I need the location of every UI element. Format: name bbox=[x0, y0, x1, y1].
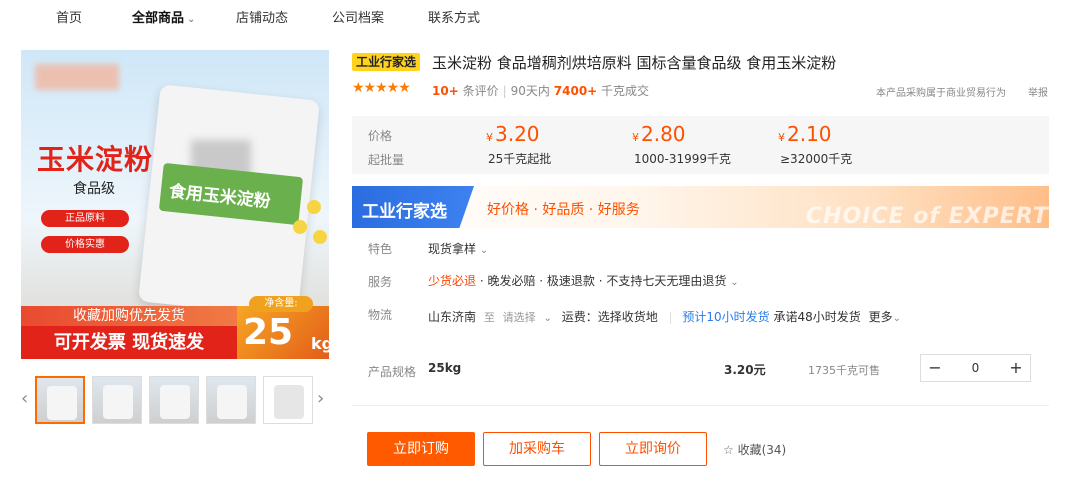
more-link[interactable]: 更多 bbox=[869, 310, 893, 324]
favorite-label: 收藏(34) bbox=[737, 443, 787, 457]
image-title: 玉米淀粉 bbox=[37, 143, 154, 176]
expert-slogan: 好价格 · 好品质 · 好服务 bbox=[487, 202, 640, 218]
service-label: 服务 bbox=[368, 275, 393, 289]
net-weight-value: 25 bbox=[243, 312, 294, 353]
moq-label: 起批量 bbox=[368, 153, 405, 167]
spec-label: 产品规格 bbox=[368, 365, 417, 379]
trade-note: 本产品采购属于商业贸易行为 bbox=[876, 88, 1006, 99]
nav-home[interactable]: 首页 bbox=[56, 7, 82, 26]
spec-value: 25kg bbox=[428, 361, 462, 375]
nav-all-products[interactable]: 全部商品 ⌄ bbox=[132, 7, 195, 26]
nav-contact[interactable]: 联系方式 bbox=[428, 7, 480, 26]
image-subtitle: 食品级 bbox=[73, 181, 115, 197]
main-product-image[interactable]: 玉米淀粉 食品级 正品原料 价格实惠 食用玉米淀粉 收藏加购优先发货 可开发票 … bbox=[21, 50, 329, 359]
deal-suffix: 千克成交 bbox=[601, 84, 650, 98]
tier-range: 25千克起批 bbox=[488, 152, 552, 166]
thumbnail-strip: ‹ › bbox=[21, 376, 329, 424]
deal-prefix: 90天内 bbox=[510, 84, 550, 98]
shop-nav: 首页 全部商品 ⌄ 店铺动态 公司档案 联系方式 bbox=[0, 0, 1080, 30]
image-pill: 价格实惠 bbox=[41, 236, 129, 253]
increment-button[interactable]: + bbox=[1002, 355, 1030, 381]
thumbnail[interactable] bbox=[149, 376, 199, 424]
logistics-value: 山东济南 至 请选择 ⌄ 运费：选择收货地 预计10小时发货 承诺48小时发货 … bbox=[428, 308, 901, 325]
star-icon: ☆ bbox=[723, 443, 734, 457]
nav-all-products-label: 全部商品 bbox=[132, 11, 185, 26]
to-label: 至 bbox=[483, 311, 495, 324]
chevron-down-icon[interactable]: ⌄ bbox=[544, 313, 552, 324]
flower-icon bbox=[313, 230, 327, 244]
net-weight-unit: kg bbox=[311, 334, 329, 353]
tier-price: ¥3.20 bbox=[486, 122, 540, 146]
destination-select[interactable]: 请选择 bbox=[503, 311, 536, 324]
tier-price: ¥2.10 bbox=[778, 122, 832, 146]
expert-badge: 工业行家选 bbox=[352, 53, 421, 71]
tier-price: ¥2.80 bbox=[632, 122, 686, 146]
service-value[interactable]: 少货必退 · 晚发必赔 · 极速退款 · 不支持七天无理由退货 ⌄ bbox=[428, 272, 739, 289]
nav-company-profile[interactable]: 公司档案 bbox=[332, 7, 384, 26]
add-to-cart-button[interactable]: 加采购车 bbox=[483, 432, 591, 466]
image-banner-top: 收藏加购优先发货 bbox=[21, 306, 237, 326]
feature-value[interactable]: 现货拿样 ⌄ bbox=[428, 240, 488, 257]
deal-count: 7400+ bbox=[553, 84, 598, 98]
origin: 山东济南 bbox=[428, 310, 477, 324]
chevron-down-icon[interactable]: ⌄ bbox=[893, 313, 901, 324]
expert-banner-tag-text: 工业行家选 bbox=[362, 202, 447, 222]
chevron-down-icon: ⌄ bbox=[479, 245, 489, 256]
tier-range: 1000-31999千克 bbox=[634, 152, 732, 166]
quantity-stepper: − 0 + bbox=[920, 354, 1031, 382]
thumbnail[interactable] bbox=[263, 376, 313, 424]
tier-range: ≥32000千克 bbox=[780, 152, 853, 166]
shipping-promise: 承诺48小时发货 bbox=[773, 310, 861, 324]
chevron-left-icon[interactable]: ‹ bbox=[21, 388, 28, 409]
inquiry-button[interactable]: 立即询价 bbox=[599, 432, 707, 466]
net-weight-label: 净含量: bbox=[249, 296, 313, 312]
chevron-down-icon: ⌄ bbox=[187, 14, 196, 25]
logistics-label: 物流 bbox=[368, 308, 393, 322]
nav-news[interactable]: 店铺动态 bbox=[236, 7, 288, 26]
thumbnail[interactable] bbox=[35, 376, 85, 424]
favorite-button[interactable]: ☆ 收藏(34) bbox=[723, 441, 786, 458]
flower-icon bbox=[307, 200, 321, 214]
thumbnail[interactable] bbox=[92, 376, 142, 424]
shipping-eta: 预计10小时发货 bbox=[682, 310, 770, 324]
rating-summary: 10+ 条评价 | 90天内 7400+ 千克成交 bbox=[432, 84, 650, 98]
image-banner-bottom: 可开发票 现货速发 bbox=[21, 326, 237, 359]
review-count[interactable]: 10+ bbox=[432, 84, 459, 98]
chevron-down-icon: ⌄ bbox=[730, 277, 739, 288]
image-pill: 正品原料 bbox=[41, 210, 129, 227]
review-label[interactable]: 条评价 bbox=[463, 84, 499, 98]
buy-now-button[interactable]: 立即订购 bbox=[367, 432, 475, 466]
quantity-input[interactable]: 0 bbox=[949, 355, 1002, 381]
chevron-right-icon[interactable]: › bbox=[317, 388, 324, 409]
service-highlight: 少货必退 bbox=[428, 274, 477, 288]
spec-price: 3.20元 bbox=[724, 363, 766, 377]
expert-watermark: CHOICE of EXPERT bbox=[806, 204, 1049, 229]
divider bbox=[352, 405, 1049, 406]
report-link[interactable]: 举报 bbox=[1028, 84, 1048, 99]
price-box: 价格 起批量 ¥3.20 25千克起批 ¥2.80 1000-31999千克 ¥… bbox=[352, 116, 1049, 174]
rating-stars: ★★★★★ bbox=[352, 80, 411, 96]
feature-label: 特色 bbox=[368, 242, 393, 256]
decrement-button[interactable]: − bbox=[921, 355, 949, 381]
flower-icon bbox=[293, 220, 307, 234]
blurred-logo bbox=[35, 64, 119, 90]
thumbnail[interactable] bbox=[206, 376, 256, 424]
price-label: 价格 bbox=[368, 129, 393, 143]
freight-info: 运费：选择收货地 bbox=[561, 310, 658, 324]
spec-stock: 1735千克可售 bbox=[808, 364, 880, 377]
product-title: 玉米淀粉 食品增稠剂烘培原料 国标含量食品级 食用玉米淀粉 bbox=[432, 54, 837, 72]
